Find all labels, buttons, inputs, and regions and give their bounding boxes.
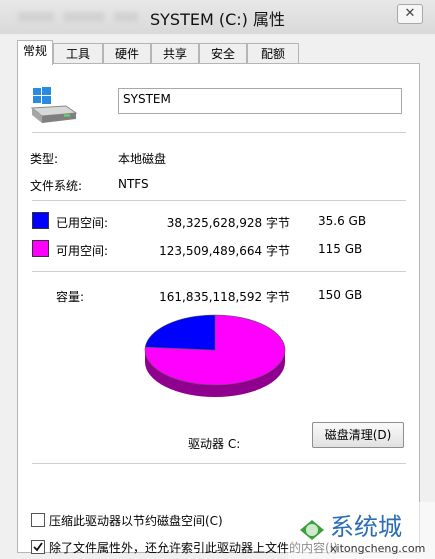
tab-sharing[interactable]: 共享	[151, 43, 199, 63]
watermark-url: xitongcheng.com	[330, 542, 425, 555]
free-space-label: 可用空间:	[56, 244, 109, 258]
drive-letter-label: 驱动器 C:	[188, 437, 241, 451]
disk-usage-pie-chart	[144, 314, 286, 397]
tab-general[interactable]: 常规	[17, 40, 53, 65]
separator	[32, 132, 406, 133]
free-space-swatch	[32, 240, 49, 257]
separator	[32, 200, 406, 201]
watermark-text: 系统城	[330, 513, 402, 541]
capacity-bytes: 161,835,118,592 字节	[159, 290, 290, 304]
tab-security[interactable]: 安全	[199, 43, 247, 63]
disk-cleanup-button[interactable]: 磁盘清理(D)	[312, 422, 404, 448]
tab-tools[interactable]: 工具	[53, 43, 103, 63]
separator	[32, 271, 406, 272]
tab-hardware[interactable]: 硬件	[103, 43, 151, 63]
type-label: 类型:	[30, 152, 59, 166]
compress-checkbox[interactable]	[31, 513, 45, 527]
capacity-label: 容量:	[56, 290, 85, 304]
filesystem-label: 文件系统:	[30, 179, 83, 193]
site-watermark: 系统城 xitongcheng.com	[288, 502, 435, 559]
capacity-gb: 150 GB	[318, 288, 363, 302]
index-checkbox[interactable]	[31, 540, 45, 554]
free-space-bytes: 123,509,489,664 字节	[159, 244, 290, 258]
close-button[interactable]: ✕	[397, 4, 423, 24]
used-space-label: 已用空间:	[56, 216, 109, 230]
general-panel: SYSTEM 类型: 本地磁盘 文件系统: NTFS 已用空间: 38,325,…	[17, 63, 420, 555]
tab-quota[interactable]: 配额	[247, 43, 299, 63]
separator	[32, 463, 406, 464]
compress-label[interactable]: 压缩此驱动器以节约磁盘空间(C)	[49, 512, 223, 529]
used-space-gb: 35.6 GB	[318, 214, 367, 228]
dialog-client: 常规 工具 硬件 共享 安全 配额 SYSTEM 类型: 本地磁盘 文件系统: …	[0, 34, 435, 559]
window-title: SYSTEM (C:) 属性	[150, 10, 285, 29]
filesystem-value: NTFS	[118, 177, 149, 191]
free-space-gb: 115 GB	[318, 242, 363, 256]
hard-drive-icon	[30, 87, 78, 123]
type-value: 本地磁盘	[118, 152, 167, 166]
drive-name-input[interactable]: SYSTEM	[118, 88, 402, 114]
pie-slice-used	[144, 314, 216, 351]
checkmark-icon	[33, 542, 43, 552]
used-space-swatch	[32, 212, 49, 229]
title-bar: SYSTEM (C:) 属性 ✕	[0, 0, 435, 34]
used-space-bytes: 38,325,628,928 字节	[166, 216, 290, 230]
